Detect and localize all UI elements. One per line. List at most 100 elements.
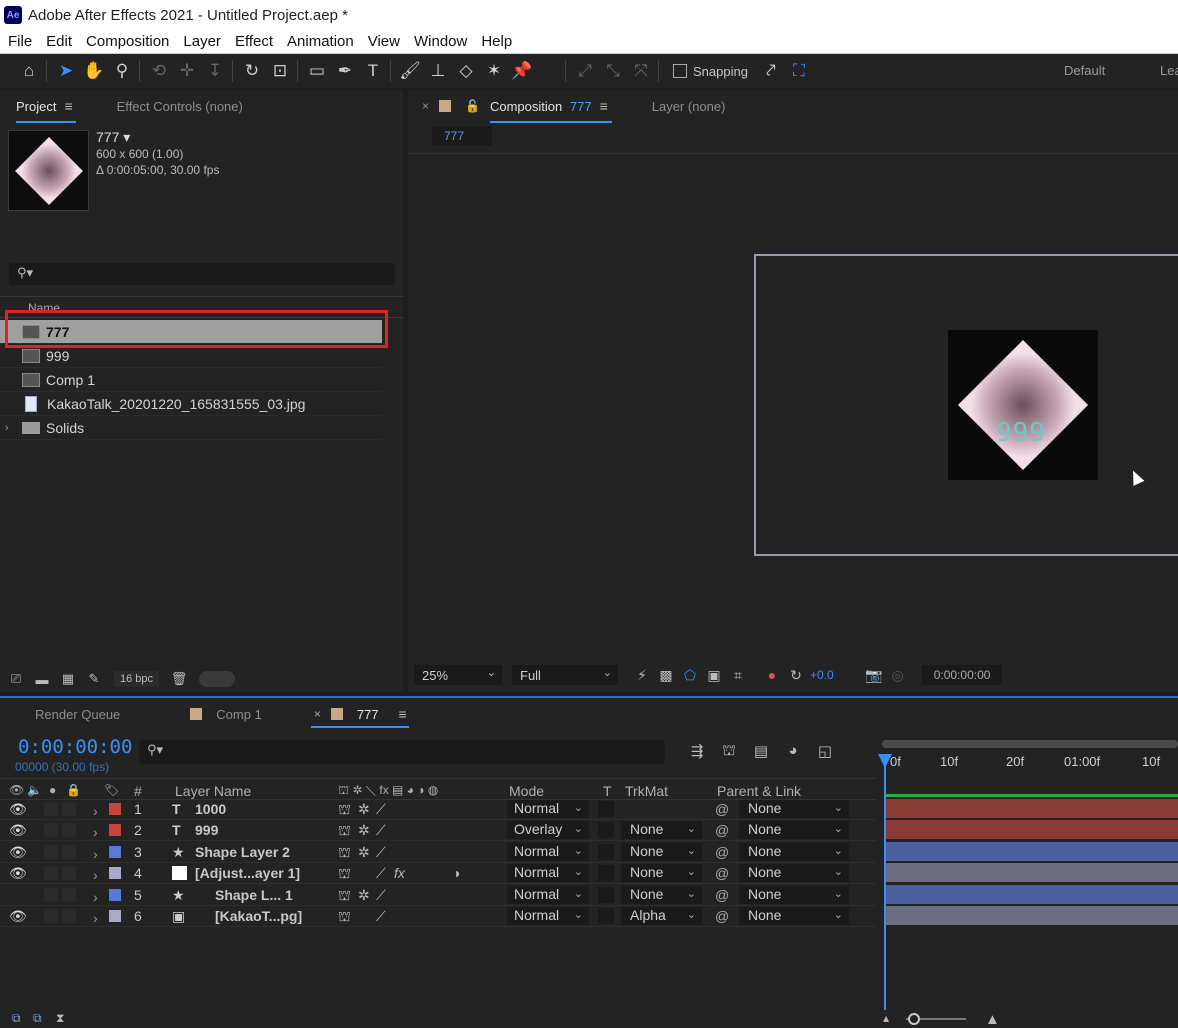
blend-mode-dropdown[interactable]: Normal ⌄ — [507, 800, 589, 818]
workspace-learn[interactable]: Lea — [1160, 63, 1178, 78]
reset-exposure-icon[interactable]: ↻ — [786, 667, 806, 684]
label-color-swatch[interactable] — [109, 867, 121, 879]
layer-duration-bar[interactable] — [886, 906, 1178, 925]
track-matte-dropdown[interactable]: Alpha ⌄ — [621, 907, 702, 925]
pick-whip-icon[interactable]: @ — [715, 865, 729, 881]
lock-switch[interactable] — [62, 823, 76, 837]
label-color-swatch[interactable] — [109, 910, 121, 922]
layer-name[interactable]: 999 — [195, 822, 218, 838]
label-color-swatch[interactable] — [109, 824, 121, 836]
solo-switch[interactable] — [44, 802, 58, 816]
parent-dropdown[interactable]: None ⌄ — [739, 843, 849, 861]
column-mode[interactable]: Mode — [509, 783, 544, 799]
column-trkmat[interactable]: TrkMat — [625, 783, 668, 799]
quality-switch-icon[interactable]: ⟋ — [376, 887, 386, 904]
chevron-right-icon[interactable]: › — [93, 910, 98, 926]
pan-camera-icon[interactable]: ✛ — [174, 58, 200, 84]
blend-mode-dropdown[interactable]: Normal ⌄ — [507, 886, 589, 904]
transfer-controls-toggle-icon[interactable]: ⧉ — [33, 1011, 42, 1026]
home-icon[interactable]: ⌂ — [16, 58, 42, 84]
menu-window[interactable]: Window — [414, 33, 467, 50]
brush-tool-icon[interactable]: 🖌 — [397, 58, 423, 84]
close-icon[interactable]: × — [422, 99, 429, 113]
parent-dropdown[interactable]: None ⌄ — [739, 886, 849, 904]
parent-dropdown[interactable]: None ⌄ — [739, 864, 849, 882]
solo-switch[interactable] — [44, 909, 58, 923]
snapping-checkbox[interactable] — [673, 64, 687, 78]
frame-blending-icon[interactable]: ▤ — [750, 742, 772, 761]
eye-icon[interactable]: 👁 — [9, 908, 27, 925]
solo-switch[interactable] — [44, 823, 58, 837]
rectangle-tool-icon[interactable]: ▭ — [304, 58, 330, 84]
composition-preview-layer[interactable]: 999 — [948, 330, 1098, 480]
zoom-out-icon[interactable]: ▴ — [883, 1011, 889, 1025]
trash-icon[interactable]: 🗑 — [169, 671, 189, 687]
preserve-transparency-checkbox[interactable] — [598, 908, 614, 924]
layer-name[interactable]: [Adjust...ayer 1] — [195, 865, 300, 881]
parent-dropdown[interactable]: None ⌄ — [739, 907, 849, 925]
chevron-right-icon[interactable]: › — [5, 422, 9, 434]
bit-depth-button[interactable]: 16 bpc — [114, 671, 160, 687]
preserve-transparency-checkbox[interactable] — [598, 822, 614, 838]
collapse-switch-icon[interactable]: ✲ — [358, 844, 370, 861]
chevron-right-icon[interactable]: › — [93, 889, 98, 905]
pick-whip-icon[interactable]: @ — [715, 908, 729, 924]
lock-icon[interactable]: 🔒 — [66, 783, 81, 797]
show-snapshot-icon[interactable]: ◎ — [888, 667, 908, 684]
viewer-timecode[interactable]: 0:00:00:00 — [921, 665, 1003, 685]
pan-behind-tool-icon[interactable]: ⊡ — [267, 58, 293, 84]
solo-switch[interactable] — [44, 845, 58, 859]
layer-row[interactable]: › 5 ★ Shape L... 1 ⛫ ✲ ⟋ Normal ⌄ None ⌄ @ None ⌄ — [0, 885, 876, 906]
collapse-switch-icon[interactable]: ✲ — [358, 801, 370, 818]
track-matte-dropdown[interactable]: None ⌄ — [621, 843, 702, 861]
tab-composition[interactable]: Composition 777 — [489, 99, 612, 123]
work-area-bar[interactable] — [882, 740, 1178, 748]
preserve-transparency-checkbox[interactable] — [598, 844, 614, 860]
shy-switch-icon[interactable]: ⛫ — [338, 908, 351, 927]
lock-switch[interactable] — [62, 909, 76, 923]
label-color-swatch[interactable] — [109, 846, 121, 858]
project-item-comp-1[interactable]: Comp 1 — [0, 368, 382, 392]
region-of-interest-icon[interactable]: ▣ — [704, 667, 724, 684]
new-folder-icon[interactable]: ▬ — [32, 671, 52, 687]
lock-switch[interactable] — [62, 866, 76, 880]
solo-icon[interactable]: ● — [49, 783, 56, 797]
in-out-toggle-icon[interactable]: ⧗ — [56, 1011, 64, 1026]
eye-icon[interactable]: 👁 — [9, 822, 27, 839]
mask-visibility-icon[interactable]: ⬠ — [680, 667, 700, 684]
project-item-999[interactable]: 999 — [0, 344, 382, 368]
playhead-handle[interactable] — [878, 754, 892, 768]
panel-menu-icon[interactable]: ≡ — [64, 98, 72, 114]
eye-icon[interactable]: 👁 — [9, 801, 27, 818]
adjustment-switch-icon[interactable]: ◑ — [452, 865, 460, 881]
blend-mode-dropdown[interactable]: Normal ⌄ — [507, 907, 589, 925]
quality-switch-icon[interactable]: ⟋ — [376, 908, 386, 925]
layer-row[interactable]: 👁 › 1 T 1000 ⛫ ✲ ⟋ Normal ⌄ @ None ⌄ — [0, 799, 876, 820]
pick-whip-icon[interactable]: @ — [715, 822, 729, 838]
solo-switch[interactable] — [44, 866, 58, 880]
project-item-solids[interactable]: › Solids — [0, 416, 382, 440]
lock-switch[interactable] — [62, 802, 76, 816]
resolution-dropdown[interactable]: Full ⌄ — [512, 665, 618, 685]
playhead[interactable] — [884, 760, 886, 1010]
close-icon[interactable]: × — [314, 707, 321, 721]
effect-switch-icon[interactable]: fx — [394, 865, 405, 881]
quality-switch-icon[interactable]: ⟋ — [376, 822, 386, 839]
rotation-tool-icon[interactable]: ↻ — [239, 58, 265, 84]
shy-switch-icon[interactable]: ⛫ — [338, 865, 351, 884]
menu-layer[interactable]: Layer — [183, 33, 221, 50]
menu-composition[interactable]: Composition — [86, 33, 169, 50]
layer-name[interactable]: 1000 — [195, 801, 226, 817]
panel-menu-icon[interactable]: ≡ — [600, 98, 608, 114]
menu-effect[interactable]: Effect — [235, 33, 273, 50]
preserve-transparency-checkbox[interactable] — [598, 801, 614, 817]
selection-tool-icon[interactable]: ➤ — [53, 58, 79, 84]
layer-duration-bar[interactable] — [886, 820, 1178, 839]
motion-blur-icon[interactable]: ◕ — [782, 742, 804, 761]
video-toggle-icon[interactable]: 👁 — [9, 783, 24, 797]
chevron-right-icon[interactable]: › — [93, 803, 98, 819]
shy-layers-icon[interactable]: ⛫ — [718, 742, 740, 761]
menu-file[interactable]: File — [8, 33, 32, 50]
timeline-search-input[interactable]: ⚲▾ — [139, 740, 665, 764]
project-item-name[interactable]: 777 ▾ — [96, 129, 130, 146]
